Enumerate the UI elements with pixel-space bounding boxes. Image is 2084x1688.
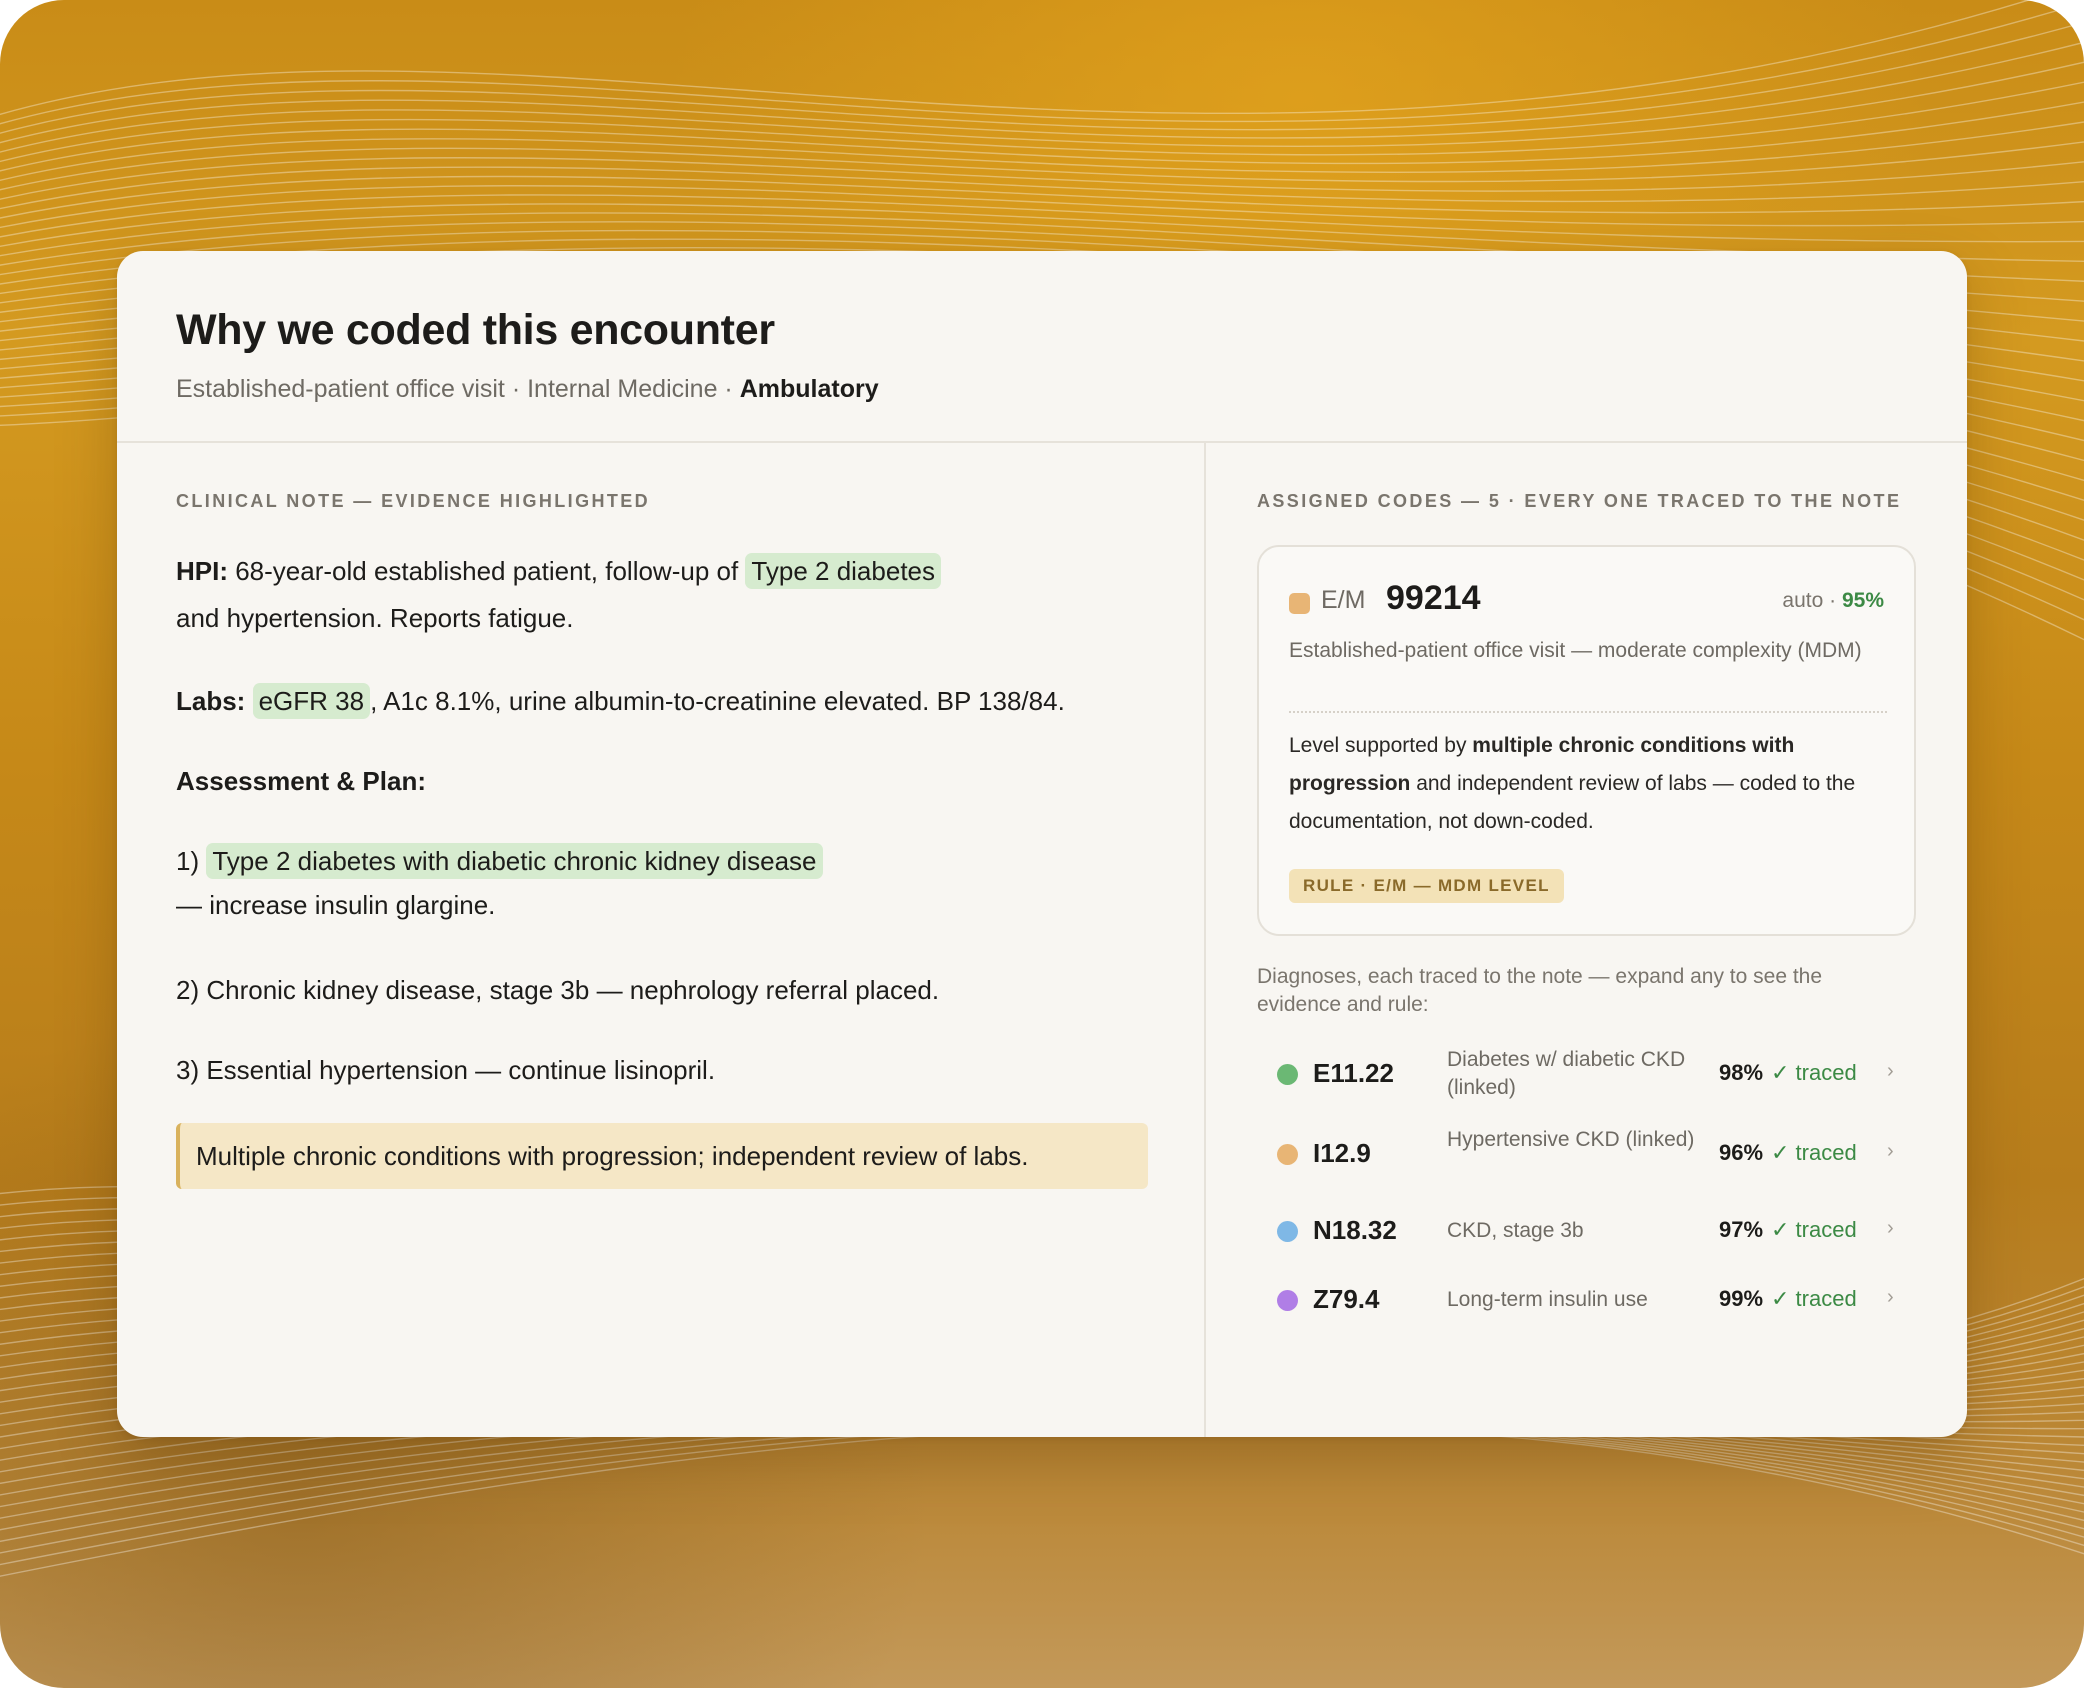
chevron-right-icon[interactable]: ›	[1887, 1217, 1894, 1240]
em-divider	[1289, 711, 1887, 713]
em-description: Established-patient office visit — moder…	[1289, 639, 1862, 662]
diagnosis-confidence: 96%	[1719, 1140, 1764, 1165]
plan-item-2: 2) Chronic kidney disease, stage 3b — ne…	[176, 975, 940, 1005]
em-support-text: Level supported by multiple chronic cond…	[1289, 727, 1889, 841]
assigned-codes-label: ASSIGNED CODES — 5 · EVERY ONE TRACED TO…	[1257, 491, 1902, 511]
plan-item-1-number: 1)	[176, 846, 200, 876]
plan-item-1: 1) Type 2 diabetes with diabetic chronic…	[176, 841, 823, 881]
diagnosis-color-dot	[1277, 1144, 1298, 1165]
diagnosis-color-dot	[1277, 1221, 1298, 1242]
diagnosis-color-dot	[1277, 1064, 1298, 1085]
diagnosis-traced-status: ✓ traced	[1771, 1286, 1857, 1311]
em-code: 99214	[1386, 579, 1481, 617]
plan-item-3: 3) Essential hypertension — continue lis…	[176, 1055, 716, 1085]
chevron-right-icon[interactable]: ›	[1887, 1060, 1894, 1083]
labs-label: Labs:	[176, 686, 246, 716]
background-frame: Why we coded this encounter Established-…	[0, 0, 2084, 1688]
diagnosis-code: N18.32	[1313, 1215, 1397, 1245]
assessment-heading: Assessment & Plan:	[176, 761, 426, 801]
hpi-label: HPI:	[176, 556, 228, 586]
subtitle-text: Established-patient office visit · Inter…	[176, 375, 740, 403]
encounter-coding-card: Why we coded this encounter Established-…	[117, 251, 1967, 1437]
diagnosis-color-dot	[1277, 1290, 1298, 1311]
diagnosis-description: Hypertensive CKD (linked)	[1447, 1128, 1695, 1151]
em-color-swatch	[1289, 593, 1310, 614]
diagnosis-confidence: 99%	[1719, 1286, 1764, 1311]
diagnosis-code: Z79.4	[1313, 1284, 1380, 1314]
em-confidence-value: 95%	[1841, 589, 1884, 612]
diagnoses-intro: Diagnoses, each traced to the note — exp…	[1257, 965, 1823, 1016]
diagnosis-row[interactable]: N18.32 CKD, stage 3b 97% ✓ traced ›	[1257, 1196, 1917, 1266]
diagnosis-traced-status: ✓ traced	[1771, 1217, 1857, 1242]
em-code-card[interactable]: E/M 99214 auto · 95% Established-patient…	[1257, 545, 1916, 936]
diagnosis-traced-status: ✓ traced	[1771, 1140, 1857, 1165]
evidence-highlight-egfr[interactable]: eGFR 38	[252, 683, 371, 719]
card-header: Why we coded this encounter Established-…	[117, 251, 1967, 443]
diagnosis-description: CKD, stage 3b	[1447, 1219, 1584, 1242]
mdm-evidence-callout[interactable]: Multiple chronic conditions with progres…	[176, 1123, 1148, 1189]
diagnosis-description: Diabetes w/ diabetic CKD (linked)	[1447, 1048, 1686, 1099]
hpi-continuation: and hypertension. Reports fatigue.	[176, 603, 574, 633]
em-auto-label: auto ·	[1782, 589, 1842, 612]
clinical-note-label: CLINICAL NOTE — EVIDENCE HIGHLIGHTED	[176, 491, 651, 511]
diagnosis-row[interactable]: Z79.4 Long-term insulin use 99% ✓ traced ›	[1257, 1265, 1917, 1335]
em-rule-badge: RULE · E/M — MDM LEVEL	[1289, 869, 1564, 903]
evidence-highlight-dm-ckd[interactable]: Type 2 diabetes with diabetic chronic ki…	[206, 843, 823, 879]
em-type-label: E/M	[1321, 586, 1366, 614]
column-divider	[1204, 443, 1206, 1437]
hpi-line: HPI: 68-year-old established patient, fo…	[176, 551, 941, 591]
plan-item-1-continuation: — increase insulin glargine.	[176, 890, 496, 920]
page-title: Why we coded this encounter	[176, 306, 775, 354]
encounter-subtitle: Established-patient office visit · Inter…	[176, 375, 879, 404]
diagnosis-row[interactable]: E11.22 Diabetes w/ diabetic CKD (linked) 9…	[1257, 1039, 1917, 1109]
diagnosis-row[interactable]: I12.9 Hypertensive CKD (linked) 96% ✓ trace…	[1257, 1119, 1917, 1189]
diagnosis-code: E11.22	[1313, 1058, 1394, 1088]
em-confidence: auto · 95%	[1782, 589, 1884, 613]
chevron-right-icon[interactable]: ›	[1887, 1140, 1894, 1163]
labs-line: Labs: eGFR 38, A1c 8.1%, urine albumin-t…	[176, 681, 1065, 721]
labs-text: , A1c 8.1%, urine albumin-to-creatinine …	[370, 686, 1065, 716]
diagnosis-confidence: 98%	[1719, 1060, 1764, 1085]
chevron-right-icon[interactable]: ›	[1887, 1286, 1894, 1309]
hpi-text: 68-year-old established patient, follow-…	[228, 556, 746, 586]
assessment-label: Assessment & Plan:	[176, 766, 426, 796]
diagnosis-description: Long-term insulin use	[1447, 1288, 1648, 1311]
em-support-pre: Level supported by	[1289, 734, 1473, 757]
diagnosis-confidence: 97%	[1719, 1217, 1764, 1242]
evidence-highlight-diabetes[interactable]: Type 2 diabetes	[745, 553, 941, 589]
setting-label: Ambulatory	[739, 375, 879, 403]
diagnosis-code: I12.9	[1313, 1138, 1371, 1168]
diagnosis-traced-status: ✓ traced	[1771, 1060, 1857, 1085]
